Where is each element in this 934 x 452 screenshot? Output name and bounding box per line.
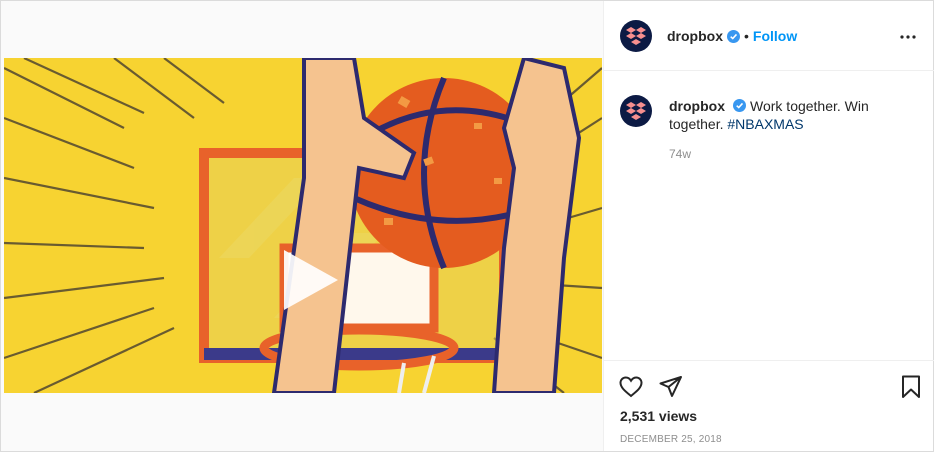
- post-age: 74w: [669, 147, 692, 161]
- header-user: dropbox • Follow: [667, 28, 797, 44]
- bookmark-icon[interactable]: [898, 374, 924, 400]
- view-count[interactable]: 2,531 views: [620, 408, 697, 424]
- caption-text: dropbox Work together. Win together. #NB…: [669, 97, 889, 133]
- caption-username[interactable]: dropbox: [669, 98, 725, 114]
- video-frame-illustration: [4, 58, 602, 393]
- dropbox-logo-icon: [626, 102, 646, 120]
- avatar[interactable]: [620, 20, 652, 52]
- video-player[interactable]: [4, 58, 602, 393]
- dropbox-logo-icon: [626, 27, 646, 45]
- play-icon[interactable]: [278, 248, 342, 312]
- verified-badge-icon: [727, 29, 740, 43]
- verified-badge-icon: [733, 99, 746, 112]
- actions-bar: 2,531 views DECEMBER 25, 2018: [604, 360, 934, 451]
- follow-button[interactable]: Follow: [753, 28, 797, 44]
- post-header: dropbox • Follow: [604, 1, 934, 71]
- more-options-icon[interactable]: [896, 25, 920, 49]
- separator-dot: •: [744, 28, 749, 44]
- paper-plane-icon[interactable]: [658, 374, 684, 400]
- instagram-post: dropbox • Follow dropbox Work together. …: [0, 0, 934, 452]
- caption-avatar[interactable]: [620, 95, 652, 127]
- heart-icon[interactable]: [618, 374, 644, 400]
- post-date: DECEMBER 25, 2018: [620, 434, 722, 445]
- hashtag-link[interactable]: #NBAXMAS: [727, 116, 803, 132]
- post-sidebar: dropbox • Follow dropbox Work together. …: [603, 1, 934, 451]
- post-media: [1, 1, 603, 451]
- username-link[interactable]: dropbox: [667, 28, 723, 44]
